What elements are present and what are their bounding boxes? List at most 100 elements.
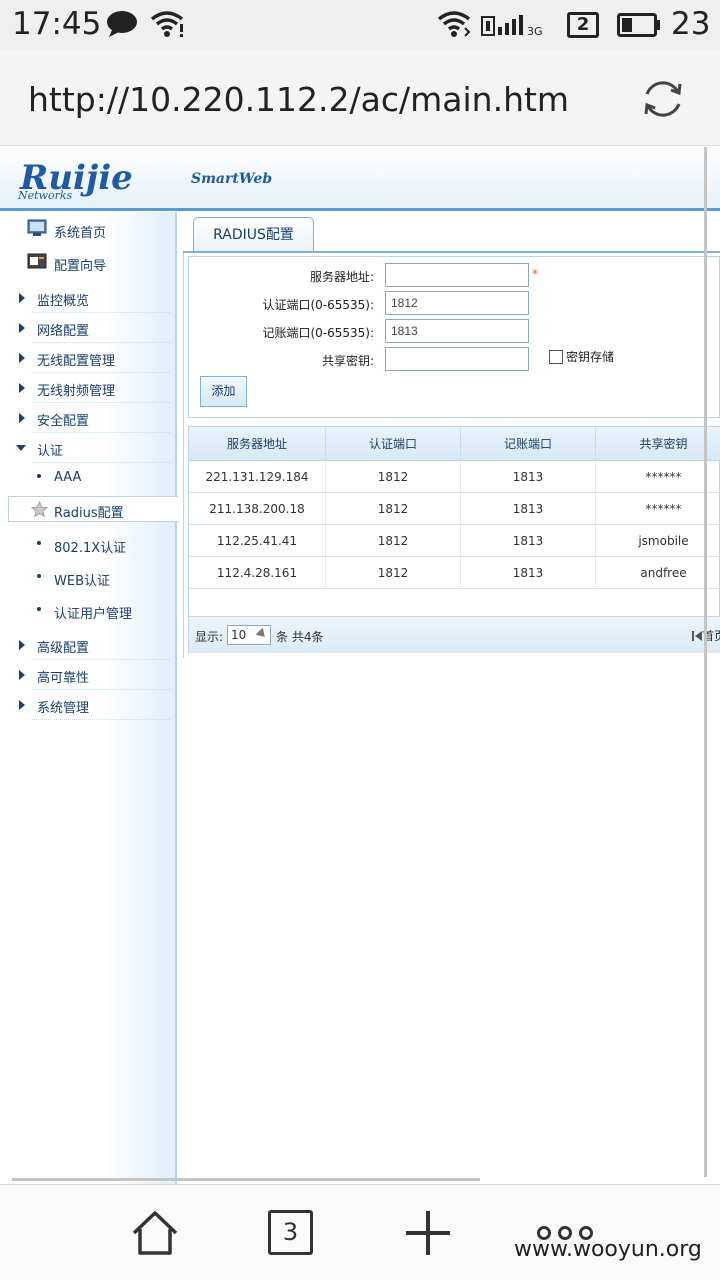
table-cell: 112.25.41.41 [189, 525, 326, 557]
sidebar-item-radio[interactable]: 无线射频管理 [0, 373, 177, 403]
table-row[interactable]: 112.4.28.161 1812 1813 andfree [189, 557, 720, 589]
table-pager: 显示: 10 条 共4条 首页 [189, 616, 720, 653]
sidebar-item-wizard[interactable]: 配置向导 [0, 248, 177, 278]
expand-arrow-icon [19, 413, 25, 423]
sidebar-item-reliability[interactable]: 高可靠性 [0, 660, 177, 690]
sidebar-item-8021x[interactable]: 802.1X认证 [0, 530, 177, 560]
sidebar-item-label: 网络配置 [37, 324, 90, 339]
sidebar-item-label: 系统管理 [37, 701, 90, 716]
record-count: 条 共4条 [276, 630, 324, 644]
signal-icon: 3G [481, 15, 543, 38]
sidebar-item-security[interactable]: 安全配置 [0, 403, 177, 433]
expand-arrow-icon [19, 700, 25, 710]
expand-arrow-icon [19, 293, 25, 303]
acct-port-label: 记账端口(0-65535): [262, 326, 374, 340]
table-cell: 1813 [461, 525, 596, 557]
sidebar-item-label: 认证用户管理 [54, 607, 133, 622]
sidebar-item-label: 802.1X认证 [54, 541, 127, 556]
server-address-label: 服务器地址: [309, 270, 374, 284]
table-cell: 1812 [326, 557, 461, 589]
bullet-icon [37, 541, 41, 545]
table-cell: 211.138.200.18 [189, 493, 326, 525]
tab-radius-config[interactable]: RADIUS配置 [193, 217, 314, 252]
table-cell: 1813 [461, 493, 596, 525]
svg-text:Networks: Networks [17, 189, 73, 201]
table-cell: 1812 [326, 525, 461, 557]
wifi-icon [150, 11, 184, 37]
sidebar-item-web-auth[interactable]: WEB认证 [0, 563, 177, 593]
browser-toolbar: 3 www.wooyun.org [0, 1184, 720, 1280]
page-size-label: 显示: [195, 630, 224, 644]
sidebar-item-monitor[interactable]: 监控概览 [0, 283, 177, 313]
expand-arrow-icon [19, 383, 25, 393]
url-text[interactable]: http://10.220.112.2/ac/main.htm [28, 80, 569, 119]
sidebar-item-system[interactable]: 系统管理 [0, 690, 177, 720]
store-key-label: 密钥存储 [566, 350, 615, 364]
svg-text:3G: 3G [527, 25, 543, 38]
sidebar-item-label: Radius配置 [54, 506, 124, 521]
expand-arrow-icon [19, 323, 25, 333]
table-row[interactable]: 112.25.41.41 1812 1813 jsmobile [189, 525, 720, 557]
table-cell: andfree [640, 566, 687, 580]
chat-icon [107, 11, 137, 37]
auth-port-input[interactable] [385, 291, 529, 315]
sidebar-item-home[interactable]: 系统首页 [0, 215, 177, 245]
sidebar-item-wireless[interactable]: 无线配置管理 [0, 343, 177, 373]
table-header: 服务器地址 认证端口 记账端口 共享密钥 [189, 427, 720, 461]
acct-port-input[interactable] [385, 319, 529, 343]
sidebar-item-network[interactable]: 网络配置 [0, 313, 177, 343]
home-page-icon [27, 219, 47, 236]
sidebar-item-label: 监控概览 [37, 294, 90, 309]
battery-icon [617, 13, 660, 37]
plus-icon[interactable] [404, 1209, 452, 1257]
column-header[interactable]: 共享密钥 [596, 427, 720, 461]
table-cell: 1812 [326, 461, 461, 493]
column-header[interactable]: 服务器地址 [189, 427, 326, 461]
product-name: SmartWeb [191, 171, 273, 187]
shared-secret-label: 共享密钥: [321, 354, 374, 368]
sidebar-item-aaa[interactable]: AAA [0, 463, 177, 493]
expand-arrow-icon [19, 640, 25, 650]
reload-icon[interactable] [640, 76, 686, 122]
home-icon[interactable] [130, 1209, 180, 1257]
horizontal-scrollbar[interactable] [12, 1178, 480, 1181]
required-mark: * [532, 267, 538, 281]
first-page-icon [692, 631, 702, 641]
sidebar-item-label: 无线射频管理 [37, 384, 116, 399]
sidebar-item-radius[interactable]: Radius配置 [8, 496, 178, 522]
collapse-arrow-icon [16, 445, 26, 451]
sidebar-item-label: 无线配置管理 [37, 354, 116, 369]
bullet-icon [37, 474, 41, 478]
vertical-scrollbar[interactable] [704, 147, 707, 1177]
shared-secret-input[interactable] [385, 347, 529, 371]
column-header[interactable]: 记账端口 [461, 427, 596, 461]
table-row[interactable]: 221.131.129.184 1812 1813 ****** [189, 461, 720, 493]
wifi-icon [437, 11, 471, 37]
page-header: Ruijie Networks SmartWeb [0, 147, 720, 211]
url-bar[interactable]: http://10.220.112.2/ac/main.htm [0, 50, 720, 146]
sim-icon: 2 [567, 12, 599, 38]
table-cell: 1813 [461, 557, 596, 589]
table-row[interactable]: 211.138.200.18 1812 1813 ****** [189, 493, 720, 525]
status-time: 17:45 [12, 6, 102, 42]
column-header[interactable]: 认证端口 [326, 427, 461, 461]
sidebar-item-label: 认证 [37, 444, 64, 459]
store-key-checkbox[interactable] [549, 350, 563, 364]
expand-arrow-icon [19, 353, 25, 363]
sidebar-item-auth[interactable]: 认证 [0, 433, 177, 463]
sidebar-item-label: 配置向导 [54, 259, 107, 274]
sidebar-item-label: 高级配置 [37, 641, 90, 656]
server-address-input[interactable] [385, 263, 529, 287]
status-bar: 17:45 3G 2 23 [0, 0, 720, 50]
sidebar-item-auth-users[interactable]: 认证用户管理 [0, 596, 177, 626]
sidebar-item-label: WEB认证 [54, 574, 110, 589]
sidebar-item-label: 安全配置 [37, 414, 90, 429]
table-cell: ****** [645, 470, 682, 484]
sidebar-item-advanced[interactable]: 高级配置 [0, 630, 177, 660]
table-cell: 221.131.129.184 [189, 461, 326, 493]
auth-port-label: 认证端口(0-65535): [262, 298, 374, 312]
add-button[interactable]: 添加 [200, 376, 247, 407]
sidebar-item-label: 系统首页 [54, 226, 107, 241]
screen: 17:45 3G 2 23 http://10.220.112.2/ac/mai… [0, 0, 720, 1280]
tabs-icon[interactable]: 3 [268, 1210, 313, 1255]
